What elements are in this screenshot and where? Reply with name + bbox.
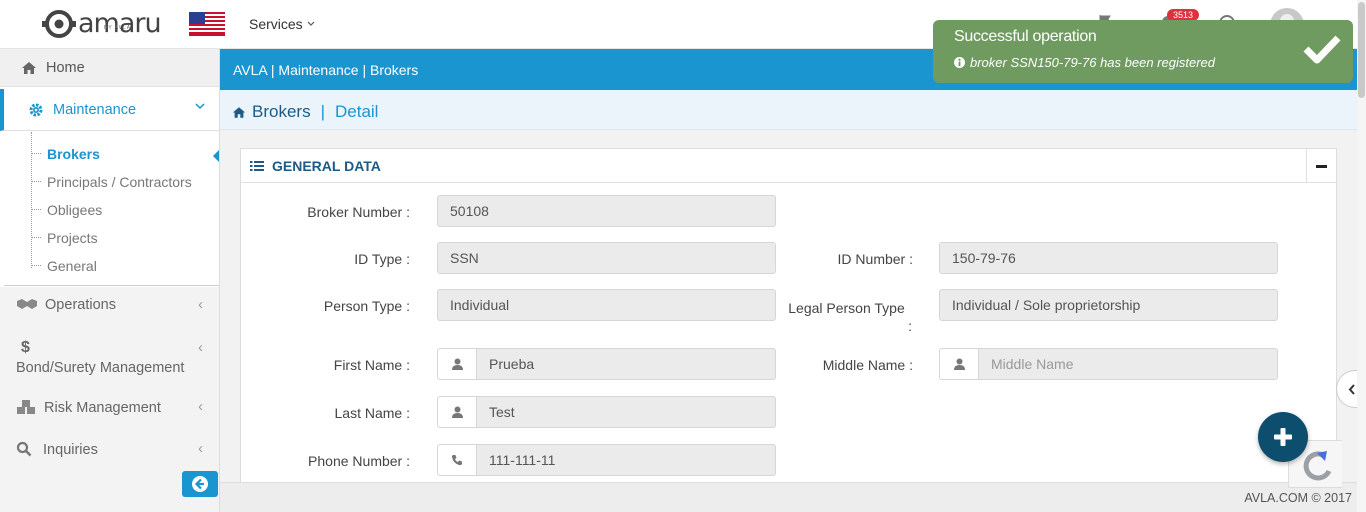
tree-tick [31, 153, 41, 154]
checkmark-icon [1303, 35, 1341, 64]
us-flag-icon[interactable] [189, 12, 225, 36]
chevron-down-icon [195, 103, 205, 110]
chevron-left-icon [1348, 383, 1355, 395]
phone-number-input[interactable]: 111-111-11 [476, 444, 776, 476]
id-type-field[interactable]: SSN [437, 242, 776, 274]
legal-person-type-label-colon: : [908, 318, 912, 334]
info-icon [954, 57, 965, 68]
chevron-left-icon: ‹ [198, 441, 203, 457]
panel-header: GENERAL DATA [241, 149, 1336, 183]
page-title: Brokers | Detail [232, 102, 378, 122]
submenu-item-principals[interactable]: Principals / Contractors [47, 174, 192, 190]
minus-icon [1316, 164, 1327, 168]
dollar-icon: $ [21, 339, 30, 356]
amaru-logo[interactable]: amaru [42, 8, 162, 39]
handshake-icon [17, 299, 37, 309]
toast-message: broker SSN150-79-76 has been registered [970, 55, 1215, 70]
legal-person-type-label: Legal Person Type : [780, 298, 913, 336]
user-icon [437, 348, 476, 380]
submenu-item-brokers[interactable]: Brokers [47, 146, 100, 162]
sidebar: Home Maintenance Brokers Principals / Co… [0, 49, 220, 512]
home-icon [20, 59, 38, 77]
id-number-label: ID Number : [837, 251, 913, 267]
last-name-label: Last Name : [334, 405, 410, 421]
legal-person-type-field[interactable]: Individual / Sole proprietorship [939, 289, 1278, 321]
submenu-item-general[interactable]: General [47, 258, 97, 274]
sidebar-item-maintenance[interactable]: Maintenance [0, 89, 219, 131]
person-type-label: Person Type : [323, 298, 410, 314]
arrow-left-circle-icon [192, 476, 208, 492]
middle-name-input[interactable]: Middle Name [978, 348, 1278, 380]
first-name-input[interactable]: Prueba [476, 348, 776, 380]
panel-title: GENERAL DATA [272, 157, 381, 174]
sidebar-item-label: Maintenance [53, 101, 137, 118]
cubes-icon [17, 400, 35, 414]
sidebar-item-label: Inquiries [43, 442, 98, 458]
sidebar-item-label: Home [46, 59, 85, 76]
phone-icon [437, 444, 476, 476]
middle-name-label: Middle Name : [822, 357, 913, 373]
middle-name-field[interactable]: Middle Name [939, 348, 1278, 380]
person-type-field[interactable]: Individual [437, 289, 776, 321]
add-button[interactable] [1258, 412, 1308, 462]
collapse-sidebar-button[interactable] [182, 471, 218, 497]
legal-person-type-label-text: Legal Person Type [788, 300, 905, 316]
footer: AVLA.COM © 2017 [220, 482, 1357, 512]
submenu-item-projects[interactable]: Projects [47, 230, 98, 246]
breadcrumb: AVLA | Maintenance | Brokers [233, 62, 419, 78]
success-toast[interactable]: Successful operation broker SSN150-79-76… [933, 20, 1353, 83]
chevron-left-icon: ‹ [198, 297, 203, 313]
id-number-field[interactable]: 150-79-76 [939, 242, 1278, 274]
sidebar-item-label: Risk Management [44, 400, 161, 416]
last-name-input[interactable]: Test [476, 396, 776, 428]
sidebar-item-inquiries[interactable]: Inquiries ‹ [0, 441, 219, 458]
chevron-left-icon: ‹ [198, 399, 203, 415]
broker-number-label: Broker Number : [307, 204, 410, 220]
sidebar-item-label: Bond/Surety Management [16, 360, 185, 376]
logo-subtitle: BY AVLA [104, 25, 132, 31]
page-title-text: Brokers [252, 102, 311, 121]
tree-tick [31, 181, 41, 182]
tree-tick [31, 209, 41, 210]
toast-message-row: broker SSN150-79-76 has been registered [954, 55, 1215, 70]
toast-title: Successful operation [954, 28, 1097, 45]
first-name-field[interactable]: Prueba [437, 348, 776, 380]
active-indicator [213, 150, 219, 162]
tree-tick [31, 237, 41, 238]
logo-text: amaru [78, 8, 162, 39]
sidebar-item-bond[interactable]: $ Bond/Surety Management ‹ [0, 338, 219, 378]
sidebar-item-risk[interactable]: Risk Management ‹ [0, 399, 219, 416]
tree-tick [31, 265, 41, 266]
logo-icon [42, 9, 76, 38]
search-icon [16, 441, 32, 457]
last-name-field[interactable]: Test [437, 396, 776, 428]
first-name-label: First Name : [333, 357, 410, 373]
sidebar-item-operations[interactable]: Operations ‹ [0, 297, 219, 313]
maintenance-submenu: Brokers Principals / Contractors Obligee… [4, 132, 219, 286]
home-icon [232, 106, 246, 118]
scrollbar-thumb[interactable] [1358, 2, 1365, 98]
gear-icon [27, 101, 45, 119]
phone-number-field[interactable]: 111-111-11 [437, 444, 776, 476]
phone-number-label: Phone Number : [308, 453, 410, 469]
user-icon [437, 396, 476, 428]
sidebar-item-label: Operations [45, 297, 116, 313]
minimize-panel-button[interactable] [1306, 149, 1336, 183]
services-label: Services [249, 16, 303, 32]
title-separator: | [320, 102, 325, 121]
id-type-label: ID Type : [354, 251, 410, 267]
services-menu[interactable]: Services [249, 16, 315, 32]
list-icon [250, 160, 264, 171]
submenu-item-obligees[interactable]: Obligees [47, 202, 102, 218]
plus-icon [1274, 428, 1292, 446]
footer-copyright: AVLA.COM © 2017 [1244, 491, 1352, 505]
chevron-left-icon: ‹ [198, 340, 203, 356]
user-icon [939, 348, 978, 380]
sidebar-item-home[interactable]: Home [0, 49, 219, 87]
page-subheader: Brokers | Detail [220, 90, 1357, 130]
page-subtitle: Detail [335, 102, 379, 121]
chevron-down-icon [307, 21, 315, 26]
broker-number-field[interactable]: 50108 [437, 195, 776, 227]
